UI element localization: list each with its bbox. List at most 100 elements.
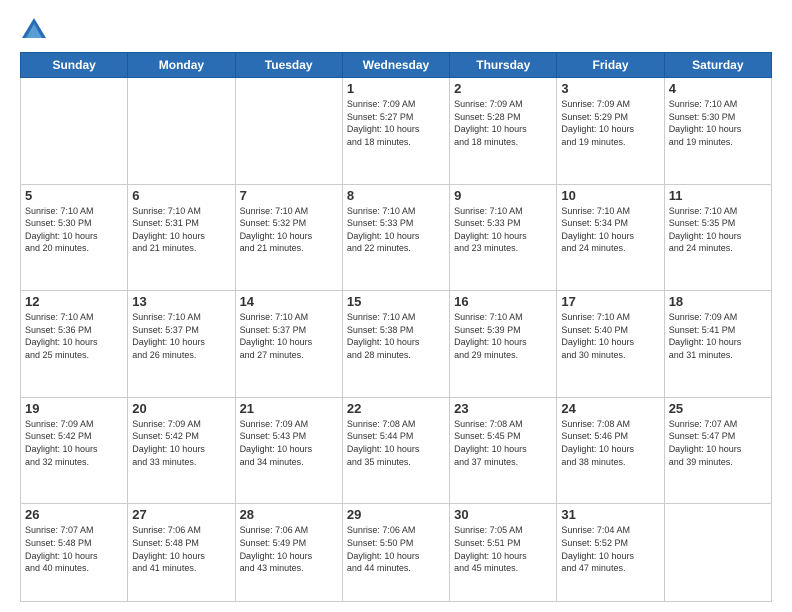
weekday-header: Wednesday <box>342 53 449 78</box>
calendar-cell: 20Sunrise: 7:09 AM Sunset: 5:42 PM Dayli… <box>128 397 235 504</box>
day-info: Sunrise: 7:08 AM Sunset: 5:46 PM Dayligh… <box>561 418 659 468</box>
page: SundayMondayTuesdayWednesdayThursdayFrid… <box>0 0 792 612</box>
day-info: Sunrise: 7:10 AM Sunset: 5:37 PM Dayligh… <box>132 311 230 361</box>
day-number: 24 <box>561 401 659 416</box>
calendar-cell: 31 Sunrise: 7:04 AM Sunset: 5:52 PM Dayli… <box>557 504 664 602</box>
calendar-cell: 30 Sunrise: 7:05 AM Sunset: 5:51 PM Dayli… <box>450 504 557 602</box>
calendar-cell: 8 Sunrise: 7:10 AM Sunset: 5:33 PM Daylig… <box>342 184 449 291</box>
day-info: Sunrise: 7:10 AM Sunset: 5:33 PM Dayligh… <box>454 205 552 255</box>
day-info: Sunrise: 7:10 AM Sunset: 5:33 PM Dayligh… <box>347 205 445 255</box>
day-number: 26 <box>25 507 123 522</box>
day-number: 7 <box>240 188 338 203</box>
header <box>20 16 772 44</box>
calendar-table: SundayMondayTuesdayWednesdayThursdayFrid… <box>20 52 772 602</box>
calendar-cell: 15 Sunrise: 7:10 AM Sunset: 5:38 PM Dayli… <box>342 291 449 398</box>
day-number: 19 <box>25 401 123 416</box>
calendar-cell: 17 Sunrise: 7:10 AM Sunset: 5:40 PM Dayli… <box>557 291 664 398</box>
day-info: Sunrise: 7:10 AM Sunset: 5:39 PM Dayligh… <box>454 311 552 361</box>
weekday-header: Friday <box>557 53 664 78</box>
day-number: 1 <box>347 81 445 96</box>
day-info: Sunrise: 7:10 AM Sunset: 5:32 PM Dayligh… <box>240 205 338 255</box>
day-number: 17 <box>561 294 659 309</box>
day-number: 28 <box>240 507 338 522</box>
calendar-cell: 27 Sunrise: 7:06 AM Sunset: 5:48 PM Dayli… <box>128 504 235 602</box>
day-info: Sunrise: 7:06 AM Sunset: 5:49 PM Dayligh… <box>240 524 338 574</box>
day-number: 21 <box>240 401 338 416</box>
calendar-cell: 13Sunrise: 7:10 AM Sunset: 5:37 PM Dayli… <box>128 291 235 398</box>
day-number: 14 <box>240 294 338 309</box>
day-info: Sunrise: 7:05 AM Sunset: 5:51 PM Dayligh… <box>454 524 552 574</box>
calendar-week-row: 19 Sunrise: 7:09 AM Sunset: 5:42 PM Dayli… <box>21 397 772 504</box>
day-info: Sunrise: 7:10 AM Sunset: 5:36 PM Dayligh… <box>25 311 123 361</box>
day-info: Sunrise: 7:09 AM Sunset: 5:42 PM Dayligh… <box>25 418 123 468</box>
logo <box>20 16 52 44</box>
day-info: Sunrise: 7:10 AM Sunset: 5:38 PM Dayligh… <box>347 311 445 361</box>
day-number: 15 <box>347 294 445 309</box>
day-info: Sunrise: 7:07 AM Sunset: 5:48 PM Dayligh… <box>25 524 123 574</box>
day-info: Sunrise: 7:09 AM Sunset: 5:28 PM Dayligh… <box>454 98 552 148</box>
calendar-cell: 19 Sunrise: 7:09 AM Sunset: 5:42 PM Dayli… <box>21 397 128 504</box>
calendar-cell: 14 Sunrise: 7:10 AM Sunset: 5:37 PM Dayli… <box>235 291 342 398</box>
day-number: 18 <box>669 294 767 309</box>
calendar-cell: 11 Sunrise: 7:10 AM Sunset: 5:35 PM Dayli… <box>664 184 771 291</box>
day-info: Sunrise: 7:09 AM Sunset: 5:29 PM Dayligh… <box>561 98 659 148</box>
day-number: 31 <box>561 507 659 522</box>
calendar-week-row: 12 Sunrise: 7:10 AM Sunset: 5:36 PM Dayli… <box>21 291 772 398</box>
calendar-cell: 22 Sunrise: 7:08 AM Sunset: 5:44 PM Dayli… <box>342 397 449 504</box>
calendar-cell: 3 Sunrise: 7:09 AM Sunset: 5:29 PM Daylig… <box>557 78 664 185</box>
day-info: Sunrise: 7:10 AM Sunset: 5:37 PM Dayligh… <box>240 311 338 361</box>
calendar-cell <box>128 78 235 185</box>
day-number: 23 <box>454 401 552 416</box>
weekday-header-row: SundayMondayTuesdayWednesdayThursdayFrid… <box>21 53 772 78</box>
calendar-cell: 4Sunrise: 7:10 AM Sunset: 5:30 PM Daylig… <box>664 78 771 185</box>
weekday-header: Thursday <box>450 53 557 78</box>
calendar-cell: 7 Sunrise: 7:10 AM Sunset: 5:32 PM Daylig… <box>235 184 342 291</box>
day-number: 10 <box>561 188 659 203</box>
day-number: 6 <box>132 188 230 203</box>
day-number: 4 <box>669 81 767 96</box>
day-info: Sunrise: 7:04 AM Sunset: 5:52 PM Dayligh… <box>561 524 659 574</box>
calendar-cell: 28 Sunrise: 7:06 AM Sunset: 5:49 PM Dayli… <box>235 504 342 602</box>
day-number: 12 <box>25 294 123 309</box>
day-number: 27 <box>132 507 230 522</box>
day-info: Sunrise: 7:10 AM Sunset: 5:40 PM Dayligh… <box>561 311 659 361</box>
calendar-cell: 1 Sunrise: 7:09 AM Sunset: 5:27 PM Daylig… <box>342 78 449 185</box>
day-number: 25 <box>669 401 767 416</box>
day-info: Sunrise: 7:10 AM Sunset: 5:35 PM Dayligh… <box>669 205 767 255</box>
day-number: 11 <box>669 188 767 203</box>
calendar-week-row: 5 Sunrise: 7:10 AM Sunset: 5:30 PM Daylig… <box>21 184 772 291</box>
calendar-cell: 29Sunrise: 7:06 AM Sunset: 5:50 PM Dayli… <box>342 504 449 602</box>
weekday-header: Saturday <box>664 53 771 78</box>
day-number: 22 <box>347 401 445 416</box>
calendar-cell: 6 Sunrise: 7:10 AM Sunset: 5:31 PM Daylig… <box>128 184 235 291</box>
day-number: 3 <box>561 81 659 96</box>
day-info: Sunrise: 7:10 AM Sunset: 5:31 PM Dayligh… <box>132 205 230 255</box>
day-number: 29 <box>347 507 445 522</box>
calendar-cell: 25Sunrise: 7:07 AM Sunset: 5:47 PM Dayli… <box>664 397 771 504</box>
day-number: 2 <box>454 81 552 96</box>
day-info: Sunrise: 7:08 AM Sunset: 5:45 PM Dayligh… <box>454 418 552 468</box>
calendar-cell: 24 Sunrise: 7:08 AM Sunset: 5:46 PM Dayli… <box>557 397 664 504</box>
day-number: 30 <box>454 507 552 522</box>
calendar-cell: 10Sunrise: 7:10 AM Sunset: 5:34 PM Dayli… <box>557 184 664 291</box>
calendar-cell: 21Sunrise: 7:09 AM Sunset: 5:43 PM Dayli… <box>235 397 342 504</box>
day-number: 20 <box>132 401 230 416</box>
day-number: 16 <box>454 294 552 309</box>
calendar-cell <box>235 78 342 185</box>
day-info: Sunrise: 7:06 AM Sunset: 5:48 PM Dayligh… <box>132 524 230 574</box>
calendar-cell <box>21 78 128 185</box>
calendar-cell: 18 Sunrise: 7:09 AM Sunset: 5:41 PM Dayli… <box>664 291 771 398</box>
day-number: 8 <box>347 188 445 203</box>
day-number: 9 <box>454 188 552 203</box>
calendar-week-row: 1 Sunrise: 7:09 AM Sunset: 5:27 PM Daylig… <box>21 78 772 185</box>
day-info: Sunrise: 7:09 AM Sunset: 5:41 PM Dayligh… <box>669 311 767 361</box>
calendar-week-row: 26 Sunrise: 7:07 AM Sunset: 5:48 PM Dayli… <box>21 504 772 602</box>
day-info: Sunrise: 7:08 AM Sunset: 5:44 PM Dayligh… <box>347 418 445 468</box>
day-number: 5 <box>25 188 123 203</box>
day-info: Sunrise: 7:09 AM Sunset: 5:27 PM Dayligh… <box>347 98 445 148</box>
day-info: Sunrise: 7:10 AM Sunset: 5:30 PM Dayligh… <box>25 205 123 255</box>
calendar-cell: 5 Sunrise: 7:10 AM Sunset: 5:30 PM Daylig… <box>21 184 128 291</box>
weekday-header: Sunday <box>21 53 128 78</box>
calendar-cell: 2 Sunrise: 7:09 AM Sunset: 5:28 PM Daylig… <box>450 78 557 185</box>
calendar-cell: 16 Sunrise: 7:10 AM Sunset: 5:39 PM Dayli… <box>450 291 557 398</box>
